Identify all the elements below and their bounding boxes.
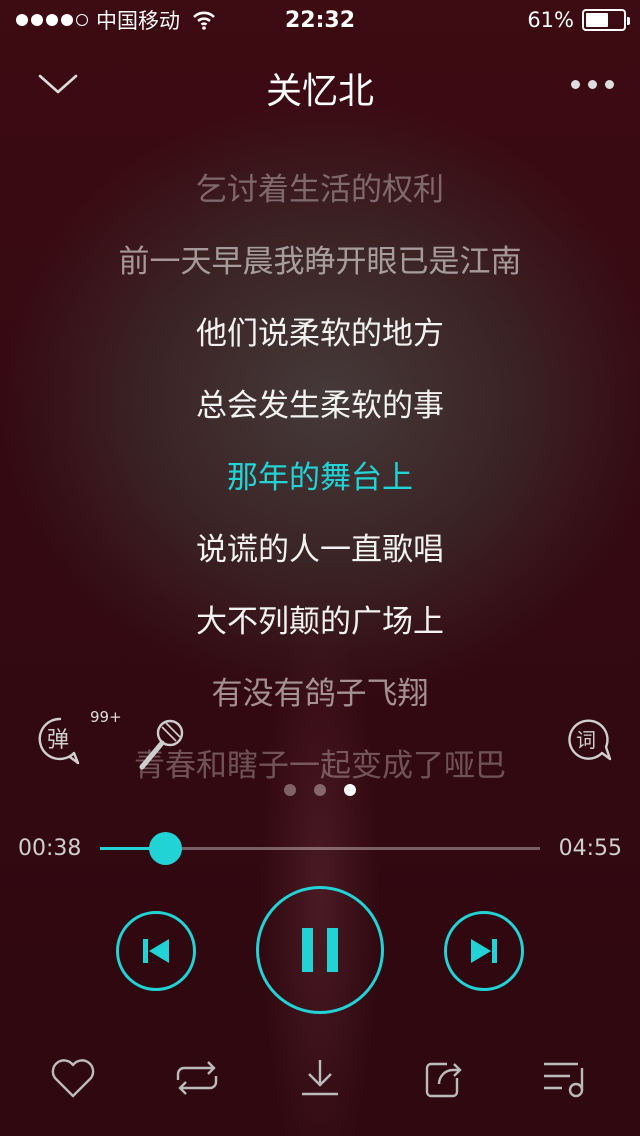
more-dots-icon xyxy=(570,79,580,89)
pause-icon xyxy=(302,928,338,972)
current-time: 00:38 xyxy=(18,836,82,861)
previous-button[interactable] xyxy=(116,911,196,991)
lyric-tools: 弹 99+ 词 xyxy=(0,705,640,775)
pause-button[interactable] xyxy=(256,886,384,1014)
progress-track[interactable] xyxy=(100,832,540,865)
wifi-icon xyxy=(193,11,215,30)
next-icon xyxy=(471,939,497,963)
favorite-button[interactable] xyxy=(43,1050,103,1106)
repeat-icon xyxy=(176,1061,218,1095)
lyric-bubble-icon: 词 xyxy=(568,719,612,761)
battery-percent: 61% xyxy=(527,8,574,32)
page-indicator[interactable] xyxy=(0,784,640,796)
download-button[interactable] xyxy=(290,1050,350,1106)
repeat-mode-button[interactable] xyxy=(167,1050,227,1106)
lyric-line: 大不列颠的广场上 xyxy=(196,604,444,640)
playback-controls xyxy=(0,886,640,1016)
lyric-line-current: 那年的舞台上 xyxy=(227,460,413,496)
playlist-button[interactable] xyxy=(536,1050,596,1106)
progress-thumb[interactable] xyxy=(149,832,183,865)
status-bar: 中国移动 22:32 61% xyxy=(0,0,640,40)
microphone-icon xyxy=(139,719,184,770)
playlist-icon xyxy=(544,1062,584,1098)
danmu-count-badge: 99+ xyxy=(90,708,122,726)
collapse-player-button[interactable] xyxy=(30,64,86,104)
bottom-action-bar xyxy=(0,1050,640,1110)
lyric-line: 说谎的人一直歌唱 xyxy=(196,532,444,568)
next-button[interactable] xyxy=(444,911,524,991)
download-icon xyxy=(302,1060,338,1096)
player-header: 关忆北 xyxy=(0,50,640,120)
lyric-line: 总会发生柔软的事 xyxy=(196,388,444,424)
lyric-label: 词 xyxy=(576,728,596,752)
page-dot[interactable] xyxy=(284,784,296,796)
battery-indicator: 61% xyxy=(527,8,630,32)
danmu-button[interactable]: 弹 99+ xyxy=(30,705,122,775)
share-icon xyxy=(425,1062,462,1098)
page-dot[interactable] xyxy=(344,784,356,796)
lyric-line: 他们说柔软的地方 xyxy=(196,316,444,352)
previous-icon xyxy=(143,939,169,963)
share-button[interactable] xyxy=(413,1050,473,1106)
lyric-line: 前一天早晨我睁开眼已是江南 xyxy=(118,244,522,280)
lyric-settings-button[interactable]: 词 xyxy=(562,715,614,767)
more-options-button[interactable] xyxy=(568,72,616,96)
danmu-label: 弹 xyxy=(47,728,69,753)
karaoke-mic-button[interactable] xyxy=(128,713,192,777)
battery-icon xyxy=(582,9,630,31)
progress-bar[interactable]: 00:38 04:55 xyxy=(0,826,640,870)
heart-icon xyxy=(51,1059,95,1098)
lyric-line: 乞讨着生活的权利 xyxy=(196,172,444,208)
chevron-down-icon xyxy=(38,74,78,94)
song-title: 关忆北 xyxy=(265,71,374,112)
carrier-name: 中国移动 xyxy=(96,9,180,33)
signal-strength-icon xyxy=(16,14,88,26)
total-time: 04:55 xyxy=(558,836,622,861)
page-dot[interactable] xyxy=(314,784,326,796)
